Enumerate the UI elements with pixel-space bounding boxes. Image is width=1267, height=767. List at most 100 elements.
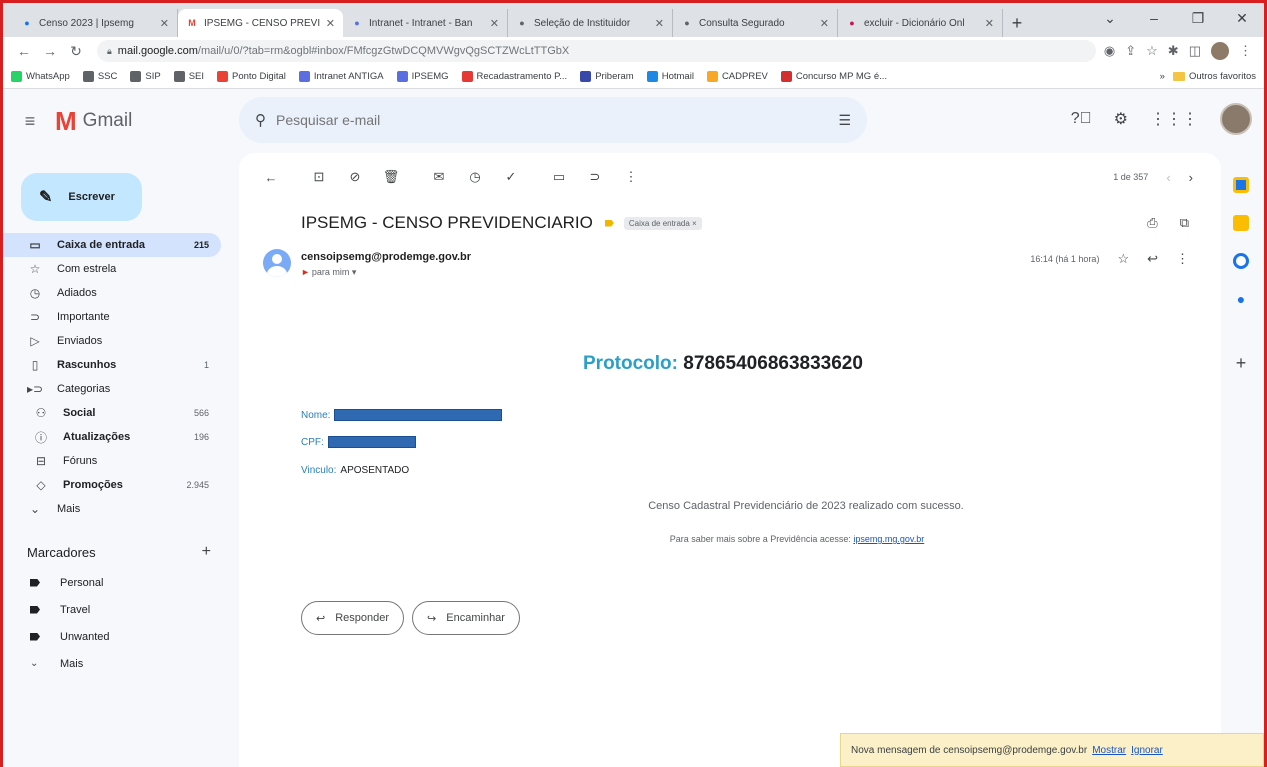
close-tab-icon[interactable]: ✕ (820, 17, 829, 30)
browser-tab[interactable]: ● Censo 2023 | Ipsemg ✕ (13, 9, 178, 37)
close-tab-icon[interactable]: ✕ (655, 17, 664, 30)
close-tab-icon[interactable]: ✕ (160, 17, 169, 30)
compose-button[interactable]: ✎ Escrever (21, 173, 142, 221)
url-input[interactable]: 🔒︎ mail.google.com/mail/u/0/?tab=rm&ogbl… (97, 40, 1096, 62)
minimize-icon[interactable]: – (1132, 3, 1176, 33)
sidebar-item[interactable]: ⊟ Fóruns (3, 449, 221, 473)
label-item[interactable]: Travel (3, 596, 235, 623)
print-icon[interactable]: ⎙ (1147, 215, 1157, 231)
archive-icon[interactable]: ⊡ (301, 169, 337, 185)
sender-email[interactable]: censoipsemg@prodemge.gov.br (301, 251, 471, 263)
sidebar-item[interactable]: ▯ Rascunhos 1 (3, 353, 221, 377)
bookmark-item[interactable]: WhatsApp (11, 71, 70, 82)
hamburger-menu-icon[interactable]: ≡ (19, 111, 41, 132)
close-window-icon[interactable]: ✕ (1220, 3, 1264, 33)
sidebar-item[interactable]: ▭ Caixa de entrada 215 (3, 233, 221, 257)
recipient-line[interactable]: ► para mim ▾ (301, 267, 356, 278)
location-icon[interactable]: ◉ (1104, 43, 1115, 59)
back-icon[interactable]: ← (11, 43, 37, 59)
tasks-icon[interactable] (1233, 253, 1249, 269)
sidebar-item[interactable]: ▸⊃ Categorias (3, 377, 221, 401)
tab-search-icon[interactable]: ⌄ (1088, 3, 1132, 33)
add-task-icon[interactable]: ✓ (493, 169, 529, 185)
menu-dots-icon[interactable]: ⋮ (1239, 43, 1252, 59)
star-bookmark-icon[interactable]: ☆ (1146, 43, 1158, 59)
browser-tab[interactable]: ● Seleção de Instituidor ✕ (508, 9, 673, 37)
apps-grid-icon[interactable]: ⋮⋮⋮ (1150, 109, 1198, 129)
keep-icon[interactable] (1233, 215, 1249, 231)
open-new-window-icon[interactable]: ⧉ (1180, 215, 1189, 231)
calendar-icon[interactable] (1233, 177, 1249, 193)
close-tab-icon[interactable]: ✕ (326, 17, 335, 30)
search-options-icon[interactable]: ☰ (838, 112, 851, 129)
gmail-logo[interactable]: M Gmail (55, 106, 205, 137)
newer-chevron-icon[interactable]: ‹ (1166, 170, 1170, 185)
contacts-icon[interactable]: ● (1237, 291, 1245, 307)
mark-unread-icon[interactable]: ✉ (421, 169, 457, 185)
move-to-icon[interactable]: ▭ (541, 169, 577, 185)
sidebar-item[interactable]: ⊃ Importante (3, 305, 221, 329)
get-addons-icon[interactable]: + (1236, 353, 1247, 374)
older-chevron-icon[interactable]: › (1189, 170, 1193, 185)
sidebar-item[interactable]: ◷ Adiados (3, 281, 221, 305)
label-item[interactable]: Unwanted (3, 623, 235, 650)
ipsemg-link[interactable]: ipsemg.mg.gov.br (853, 534, 924, 544)
sidebar-item[interactable]: ▷ Enviados (3, 329, 221, 353)
profile-avatar-icon[interactable] (1211, 42, 1229, 60)
bookmark-item[interactable]: SIP (130, 71, 161, 82)
forward-button[interactable]: ↪ Encaminhar (412, 601, 520, 635)
notification-show-link[interactable]: Mostrar (1092, 745, 1126, 756)
reply-icon[interactable]: ↩ (1147, 251, 1158, 267)
labels-more[interactable]: ⌄ Mais (3, 650, 235, 677)
share-icon[interactable]: ⇪ (1125, 43, 1136, 59)
bookmark-item[interactable]: Priberam (580, 71, 634, 82)
more-options-icon[interactable]: ⋮ (613, 169, 649, 185)
bookmark-item[interactable]: SSC (82, 71, 117, 82)
search-input[interactable] (276, 112, 839, 128)
sidebar-item[interactable]: ⌄ Mais (3, 497, 221, 521)
reply-button[interactable]: ↩ Responder (301, 601, 405, 635)
bookmark-item[interactable]: Recadastramento P... (461, 71, 567, 82)
bookmark-item[interactable]: Ponto Digital (217, 71, 286, 82)
browser-tab[interactable]: M IPSEMG - CENSO PREVI ✕ (178, 9, 343, 37)
bookmark-item[interactable]: IPSEMG (396, 71, 449, 82)
extensions-icon[interactable]: ✱ (1168, 43, 1179, 59)
bookmark-item[interactable]: CADPREV (706, 71, 768, 82)
label-item[interactable]: Personal (3, 569, 235, 596)
help-icon[interactable]: ?⃝ (1071, 110, 1092, 128)
sidepanel-icon[interactable]: ◫ (1189, 43, 1201, 59)
delete-icon[interactable]: 🗑︎ (373, 169, 409, 185)
bookmark-item[interactable]: Hotmail (646, 71, 694, 82)
report-spam-icon[interactable]: ⊘ (337, 169, 373, 185)
close-tab-icon[interactable]: ✕ (985, 17, 994, 30)
new-tab-button[interactable]: + (1003, 9, 1031, 37)
other-bookmarks-folder[interactable]: Outros favoritos (1172, 71, 1256, 82)
reload-icon[interactable]: ↻ (63, 43, 89, 60)
browser-tab[interactable]: ● excluir - Dicionário Onl ✕ (838, 9, 1003, 37)
add-label-icon[interactable]: + (202, 543, 211, 561)
browser-tab[interactable]: ● Consulta Segurado ✕ (673, 9, 838, 37)
message-more-icon[interactable]: ⋮ (1176, 251, 1189, 267)
settings-gear-icon[interactable]: ⚙ (1114, 109, 1128, 129)
notification-ignore-link[interactable]: Ignorar (1131, 745, 1163, 756)
sidebar-item[interactable]: ⚇ Social 566 (3, 401, 221, 425)
sidebar-item[interactable]: ◇ Promoções 2.945 (3, 473, 221, 497)
forward-icon[interactable]: → (37, 43, 63, 59)
sidebar-item[interactable]: ⓘ Atualizações 196 (3, 425, 221, 449)
sidebar-item[interactable]: ☆ Com estrela (3, 257, 221, 281)
importance-marker-icon[interactable] (604, 219, 614, 227)
label-icon[interactable]: ⊃ (577, 169, 613, 185)
back-to-inbox-icon[interactable]: ← (253, 170, 289, 185)
bookmark-item[interactable]: SEI (173, 71, 204, 82)
bookmark-item[interactable]: Concurso MP MG é... (780, 71, 887, 82)
browser-tab[interactable]: ● Intranet - Intranet - Ban ✕ (343, 9, 508, 37)
search-icon[interactable]: ⚲ (255, 111, 266, 129)
bookmarks-overflow-icon[interactable]: » (1160, 71, 1165, 82)
inbox-label-chip[interactable]: Caixa de entrada × (623, 216, 702, 230)
restore-icon[interactable]: ❐ (1176, 3, 1220, 33)
close-tab-icon[interactable]: ✕ (490, 17, 499, 30)
star-icon[interactable]: ☆ (1117, 251, 1129, 267)
bookmark-item[interactable]: Intranet ANTIGA (298, 71, 384, 82)
account-avatar[interactable] (1220, 103, 1252, 135)
snooze-icon[interactable]: ◷ (457, 169, 493, 185)
